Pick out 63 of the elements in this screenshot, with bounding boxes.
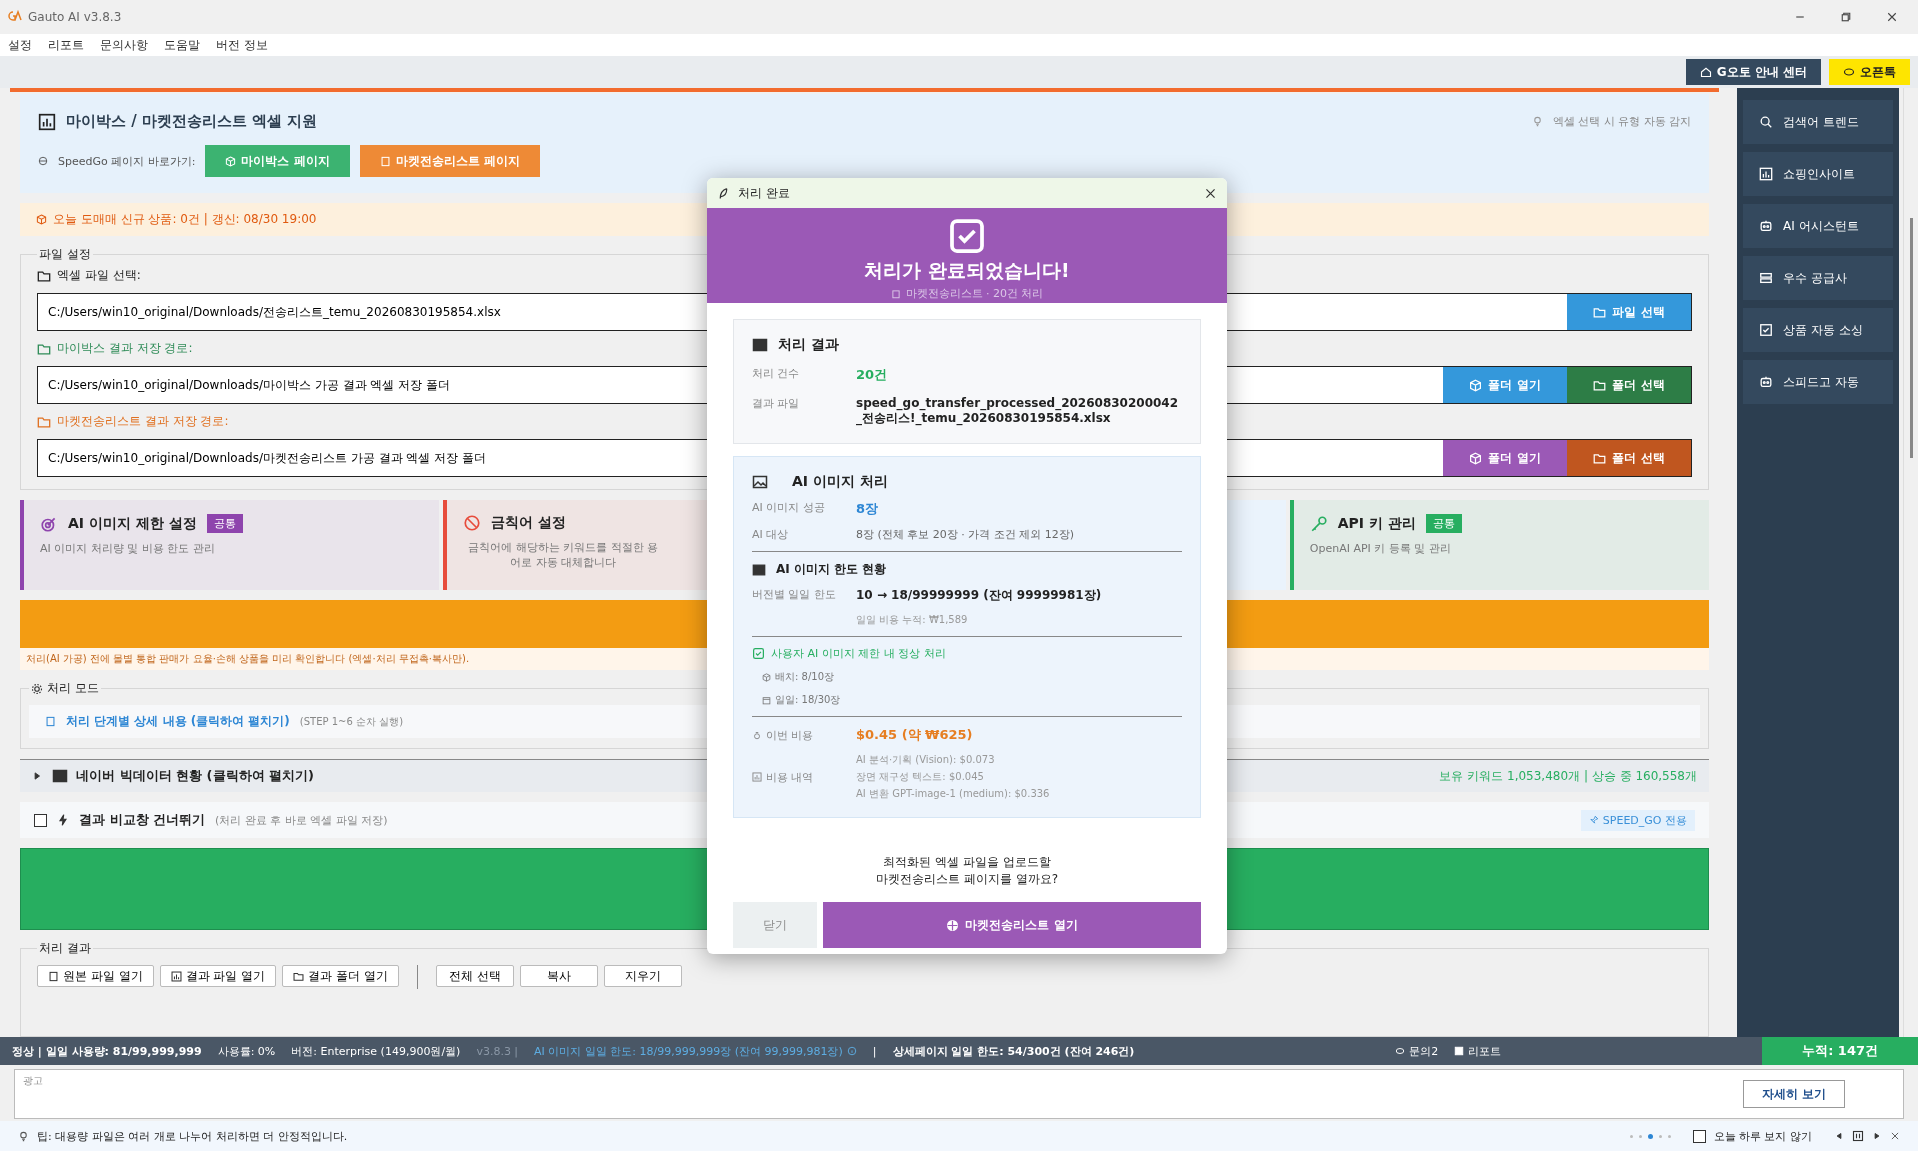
card-description: AI 이미지 처리량 및 비용 한도 관리 bbox=[40, 541, 216, 556]
card-description: 금칙어에 해당하는 키워드를 적절한 용어로 자동 대체합니다 bbox=[467, 540, 660, 570]
ai-limit-text: AI 이미지 일일 한도: 18/99,999,999장 (잔여 99,999,981장) bbox=[534, 1043, 843, 1059]
step-note: (STEP 1~6 순차 실행) bbox=[299, 714, 404, 729]
field-label: 엑셀 파일 선택: bbox=[57, 267, 141, 284]
row-label: 처리 건수 bbox=[752, 366, 801, 381]
section-title: 처리 모드 bbox=[47, 680, 99, 697]
total-count: 누적: 147건 bbox=[1762, 1037, 1918, 1065]
checkbox-label: 오늘 하루 보지 않기 bbox=[1713, 1128, 1812, 1144]
dialog-title: 처리 완료 bbox=[738, 184, 791, 202]
card-title: API 키 관리 bbox=[1337, 514, 1416, 533]
row-label: AI 이미지 성공 bbox=[752, 500, 826, 515]
row-value: 20건 bbox=[856, 366, 889, 384]
notice-text: 오늘 도매매 신규 상품: 0건 | 갱신: 08/30 19:00 bbox=[53, 211, 317, 228]
speedgo-badge: SPEED_GO 전용 bbox=[1580, 809, 1695, 831]
build-text: v3.8.3 | bbox=[476, 1044, 519, 1058]
row-value: $0.45 (약 ₩625) bbox=[856, 726, 974, 744]
row-value: 8장 (전체 후보 20장 · 가격 조건 제외 12장) bbox=[856, 527, 1076, 542]
section-title: 처리 결과 bbox=[778, 336, 839, 354]
page-title: 마이박스 / 마켓전송리스트 엑셀 지원 bbox=[66, 112, 319, 131]
section-title: 파일 설정 bbox=[38, 246, 92, 263]
shortcut-label: SpeedGo 페이지 바로가기: bbox=[58, 153, 196, 169]
section-title: 네이버 빅데이터 현황 (클릭하여 펼치기) bbox=[76, 767, 314, 785]
skip-note: (처리 완료 후 바로 엑셀 파일 저장) bbox=[215, 812, 388, 828]
row-label: 비용 내역 bbox=[766, 769, 814, 785]
row-label: 이번 비용 bbox=[766, 727, 814, 743]
tip-text: 팁: 대용량 파일은 여러 개로 나누어 처리하면 더 안정적입니다. bbox=[37, 1128, 349, 1144]
cost-line: 장면 재구성 텍스트: $0.045 bbox=[856, 770, 985, 784]
hint-text: 엑셀 선택 시 유형 자동 감지 bbox=[1552, 114, 1691, 129]
usage-text: 정상 | 일일 사용량: 81/99,999,999 bbox=[12, 1043, 202, 1059]
row-value: 10 → 18/99999999 (잔여 99999981장) bbox=[856, 587, 1103, 604]
card-description: OpenAI API 키 등록 및 관리 bbox=[1309, 541, 1452, 556]
row-value: speed_go_transfer_processed_20260830200042_전송리스!_temu_20260830195854.xlsx bbox=[856, 396, 1180, 427]
row-value: 8장 bbox=[856, 500, 880, 518]
rate-text: 사용률: 0% bbox=[217, 1043, 276, 1059]
subsection-title: AI 이미지 한도 현황 bbox=[776, 561, 887, 578]
detail-limit-text: 상세페이지 일일 한도: 54/300건 (잔여 246건) bbox=[892, 1043, 1135, 1059]
dialog-headline: 처리가 완료되었습니다! bbox=[864, 258, 1070, 283]
field-label: 마이박스 결과 저장 경로: bbox=[57, 340, 193, 357]
card-title: AI 이미지 제한 설정 bbox=[68, 514, 197, 533]
section-title: 처리 결과 bbox=[38, 940, 92, 957]
status-text: 사용자 AI 이미지 제한 내 정상 처리 bbox=[771, 646, 946, 661]
banner-note: 처리(AI 가공) 전에 몰별 통합 판매가 요율·손해 상품을 미리 확인합니다 (엑셀·처리 무접촉·복사만). bbox=[26, 652, 470, 666]
row-label: 버전별 일일 한도 bbox=[752, 587, 837, 602]
common-badge: 공통 bbox=[1425, 514, 1462, 533]
batch-text: 배치: 8/10장 bbox=[775, 670, 834, 684]
section-title: AI 이미지 처리 bbox=[792, 473, 888, 491]
common-badge: 공통 bbox=[206, 514, 243, 533]
row-label: AI 대상 bbox=[752, 527, 790, 542]
separator-text: | bbox=[872, 1044, 877, 1058]
field-label: 마켓전송리스트 결과 저장 경로: bbox=[57, 413, 229, 430]
question-text: 마켓전송리스트 페이지를 열까요? bbox=[876, 871, 1058, 888]
window-title: Gauto AI v3.8.3 bbox=[28, 10, 123, 24]
version-text: 버전: Enterprise (149,900원/월) bbox=[291, 1043, 461, 1059]
card-title: 금칙어 설정 bbox=[491, 514, 567, 532]
dialog-subtitle: 마켓전송리스트 · 20건 처리 bbox=[905, 286, 1044, 301]
question-text: 최적화된 엑셀 파일을 업로드할 bbox=[883, 854, 1051, 871]
cost-note: 일일 비용 누적: ₩1,589 bbox=[856, 613, 969, 627]
ad-label: 광고 bbox=[23, 1074, 43, 1088]
checkbox-label: 결과 비교창 건너뛰기 bbox=[79, 811, 206, 829]
row-label: 결과 파일 bbox=[752, 396, 801, 411]
daily-text: 일일: 18/30장 bbox=[775, 693, 841, 707]
keyword-stats: 보유 키워드 1,053,480개 | 상승 중 160,558개 bbox=[1439, 767, 1697, 785]
